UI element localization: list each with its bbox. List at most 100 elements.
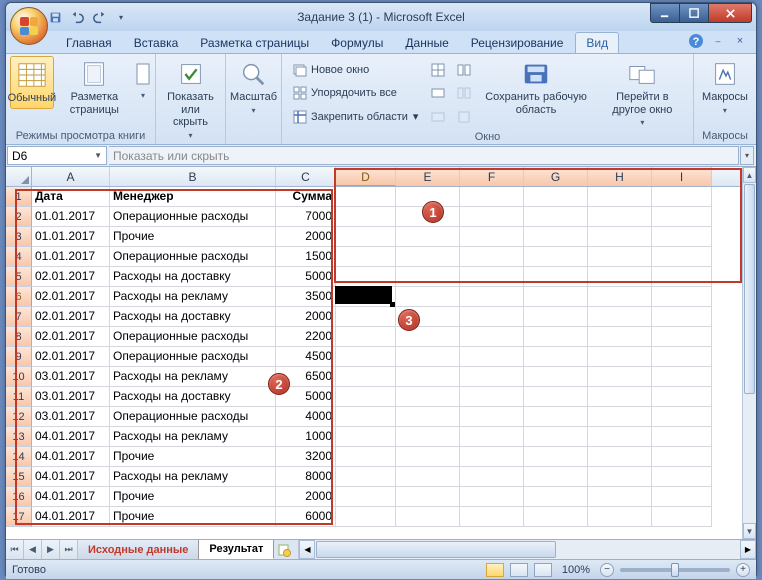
expand-formula-icon[interactable]: ▾ xyxy=(740,146,754,165)
tab-nav-last[interactable]: ⏭ xyxy=(60,540,78,559)
cell[interactable] xyxy=(524,227,588,247)
cell[interactable] xyxy=(396,287,460,307)
split-button[interactable] xyxy=(428,61,448,79)
cell[interactable] xyxy=(396,347,460,367)
cell[interactable] xyxy=(652,507,712,527)
cell[interactable]: 04.01.2017 xyxy=(32,467,110,487)
cell[interactable]: Операционные расходы xyxy=(110,207,276,227)
cell[interactable] xyxy=(652,247,712,267)
show-hide-button[interactable]: Показать или скрыть ▾ xyxy=(160,56,221,143)
freeze-panes-button[interactable]: Закрепить области▾ xyxy=(290,108,420,126)
cell[interactable] xyxy=(652,367,712,387)
cell[interactable] xyxy=(588,327,652,347)
vertical-scrollbar[interactable]: ▲ ▼ xyxy=(742,167,756,539)
cell[interactable] xyxy=(460,347,524,367)
cell[interactable]: 1000 xyxy=(276,427,336,447)
scroll-left-icon[interactable]: ◀ xyxy=(299,540,315,559)
cell[interactable] xyxy=(396,407,460,427)
row-header-8[interactable]: 8 xyxy=(6,327,32,347)
side-by-side-button[interactable] xyxy=(454,61,474,79)
cell[interactable]: Сумма xyxy=(276,187,336,207)
cell[interactable] xyxy=(396,507,460,527)
cell[interactable]: 4000 xyxy=(276,407,336,427)
cell[interactable]: 2200 xyxy=(276,327,336,347)
tab-nav-next[interactable]: ▶ xyxy=(42,540,60,559)
cell[interactable] xyxy=(652,467,712,487)
maximize-button[interactable] xyxy=(679,3,709,23)
cell[interactable] xyxy=(524,367,588,387)
cell[interactable] xyxy=(460,427,524,447)
cell[interactable] xyxy=(588,287,652,307)
cell[interactable] xyxy=(588,347,652,367)
cell[interactable] xyxy=(524,447,588,467)
minimize-button[interactable] xyxy=(650,3,680,23)
col-header-I[interactable]: I xyxy=(652,167,712,186)
cell[interactable]: 7000 xyxy=(276,207,336,227)
cell[interactable]: 4500 xyxy=(276,347,336,367)
cell[interactable] xyxy=(460,507,524,527)
cell[interactable] xyxy=(336,367,396,387)
cell[interactable]: Прочие xyxy=(110,447,276,467)
tab-pagelayout[interactable]: Разметка страницы xyxy=(190,33,319,53)
cell[interactable] xyxy=(396,267,460,287)
cell[interactable] xyxy=(396,227,460,247)
cell[interactable]: 02.01.2017 xyxy=(32,267,110,287)
cell[interactable] xyxy=(460,327,524,347)
cell[interactable] xyxy=(460,267,524,287)
cell[interactable]: Расходы на рекламу xyxy=(110,467,276,487)
horizontal-scrollbar[interactable]: ◀ ▶ xyxy=(298,540,756,559)
cell[interactable]: 5000 xyxy=(276,267,336,287)
tab-insert[interactable]: Вставка xyxy=(124,33,189,53)
scroll-right-icon[interactable]: ▶ xyxy=(740,540,756,559)
tab-nav-prev[interactable]: ◀ xyxy=(24,540,42,559)
col-header-E[interactable]: E xyxy=(396,167,460,186)
view-normal-button[interactable]: Обычный xyxy=(10,56,54,109)
cell[interactable] xyxy=(336,227,396,247)
cell[interactable] xyxy=(588,447,652,467)
office-button[interactable] xyxy=(10,7,48,45)
cell[interactable] xyxy=(588,367,652,387)
cell[interactable]: Дата xyxy=(32,187,110,207)
cell[interactable] xyxy=(588,227,652,247)
cell[interactable] xyxy=(460,367,524,387)
cell[interactable] xyxy=(652,327,712,347)
cell[interactable]: 03.01.2017 xyxy=(32,367,110,387)
save-icon[interactable] xyxy=(46,8,64,26)
zoom-out-button[interactable]: − xyxy=(600,563,614,577)
cell[interactable] xyxy=(524,387,588,407)
cell[interactable] xyxy=(524,247,588,267)
cell[interactable] xyxy=(652,287,712,307)
unhide-button[interactable] xyxy=(428,108,448,126)
spreadsheet-grid[interactable]: ABCDEFGHI 1234567891011121314151617 Дата… xyxy=(6,167,756,539)
cell[interactable] xyxy=(524,187,588,207)
cell[interactable] xyxy=(588,407,652,427)
new-sheet-button[interactable] xyxy=(274,540,294,559)
hscroll-thumb[interactable] xyxy=(316,541,556,558)
vscroll-thumb[interactable] xyxy=(744,184,755,394)
view-pagelayout-button[interactable]: Разметка страницы xyxy=(56,56,133,119)
tab-view[interactable]: Вид xyxy=(575,32,619,53)
row-header-12[interactable]: 12 xyxy=(6,407,32,427)
cell[interactable]: 8000 xyxy=(276,467,336,487)
cell[interactable] xyxy=(460,187,524,207)
cell[interactable]: 01.01.2017 xyxy=(32,207,110,227)
cell[interactable] xyxy=(588,207,652,227)
cell[interactable] xyxy=(524,427,588,447)
cell[interactable] xyxy=(396,447,460,467)
zoom-button[interactable]: Масштаб ▾ xyxy=(230,56,277,118)
cell[interactable]: 2000 xyxy=(276,307,336,327)
cell[interactable] xyxy=(460,407,524,427)
cell[interactable]: 02.01.2017 xyxy=(32,287,110,307)
cell[interactable]: 3500 xyxy=(276,287,336,307)
row-header-6[interactable]: 6 xyxy=(6,287,32,307)
cell[interactable] xyxy=(460,247,524,267)
view-pagebreak-icon[interactable] xyxy=(534,563,552,577)
cell[interactable] xyxy=(524,467,588,487)
switch-windows-button[interactable]: Перейти в другое окно ▾ xyxy=(596,56,689,130)
cell[interactable]: 03.01.2017 xyxy=(32,407,110,427)
col-header-A[interactable]: A xyxy=(32,167,110,186)
fill-handle[interactable] xyxy=(390,302,395,307)
cell[interactable] xyxy=(460,447,524,467)
view-normal-icon[interactable] xyxy=(486,563,504,577)
save-workspace-button[interactable]: Сохранить рабочую область xyxy=(478,56,593,130)
